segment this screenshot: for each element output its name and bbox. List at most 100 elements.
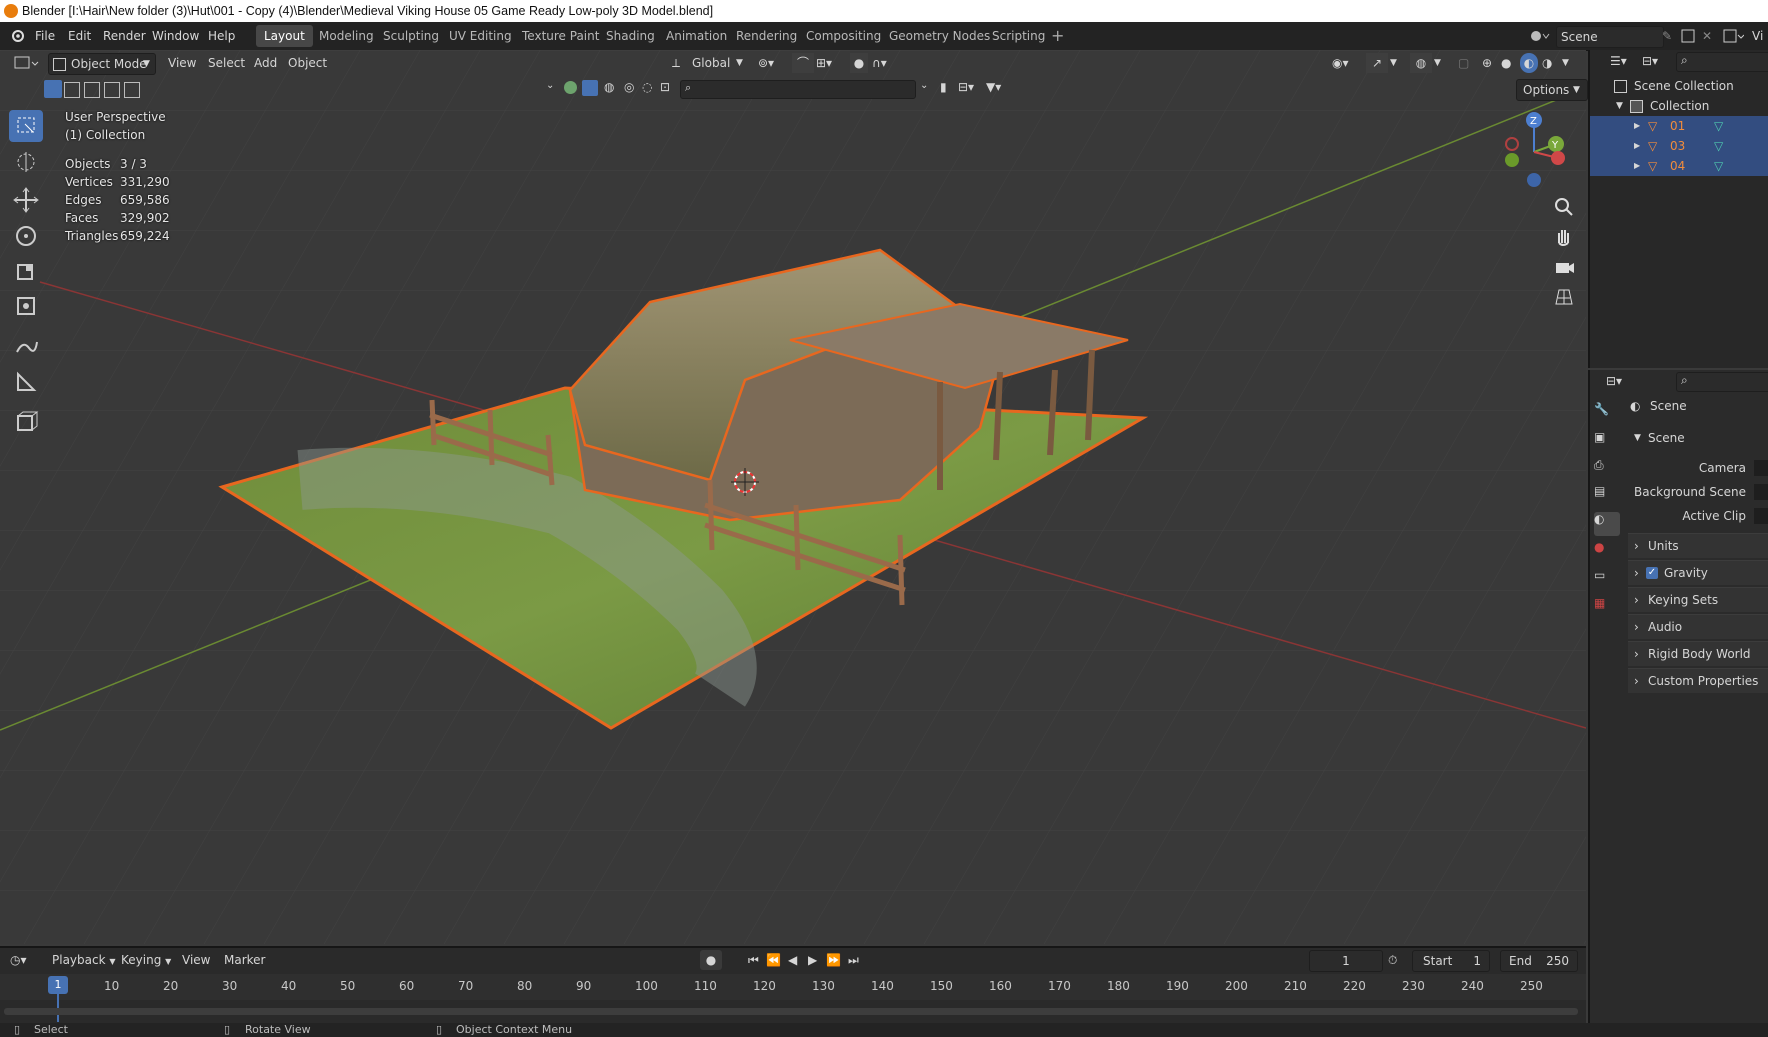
texture-tab-icon[interactable]: ▦ (1594, 596, 1620, 620)
workspace-tab-animation[interactable]: Animation (658, 25, 735, 47)
properties-search-input[interactable]: ⌕ (1676, 372, 1768, 392)
viewport-menu-view[interactable]: View (168, 53, 196, 73)
funnel-filter-icon[interactable]: ▼▾ (986, 80, 1001, 94)
background-scene-field-input[interactable] (1754, 484, 1768, 500)
mesh-data-icon[interactable]: ▽ (1714, 116, 1723, 136)
expand-right-icon[interactable]: ▶ (1634, 136, 1640, 156)
output-tab-icon[interactable]: ⎙ (1594, 458, 1620, 482)
pivot-point-icon[interactable]: ⊚▾ (758, 53, 774, 73)
proportional-falloff-icon[interactable]: ∩▾ (872, 53, 887, 73)
tool-tab-icon[interactable]: 🔧 (1594, 402, 1620, 426)
panel-keying-sets[interactable]: › Keying Sets (1628, 587, 1768, 612)
navigation-gizmo[interactable]: Z Y (1498, 108, 1568, 192)
timeline-menu-marker[interactable]: Marker (224, 950, 265, 970)
options-dropdown[interactable]: Options ▼ (1516, 79, 1588, 101)
delete-scene-icon[interactable]: ✕ (1702, 22, 1712, 50)
display-filter-icon[interactable] (564, 81, 577, 94)
outliner-filter-icon[interactable]: ⊟▾ (1642, 54, 1658, 68)
workspace-tab-rendering[interactable]: Rendering (728, 25, 805, 47)
scene-selector-icon[interactable] (1528, 26, 1550, 46)
expand-right-icon[interactable]: ▶ (1634, 116, 1640, 136)
jump-to-keyframe-forward-icon[interactable]: ⏩ (826, 950, 841, 970)
menu-help[interactable]: Help (208, 22, 235, 50)
menu-window[interactable]: Window (152, 22, 199, 50)
camera-filter-icon[interactable]: ◌ (642, 80, 652, 94)
chevron-down-icon[interactable]: ▼ (1390, 53, 1397, 73)
chevron-down-icon[interactable]: ⌄ (920, 80, 928, 91)
move-tool[interactable] (9, 184, 43, 216)
gizmo-neg-x-axis[interactable] (1505, 137, 1519, 151)
start-frame-field[interactable]: Start 1 (1412, 950, 1490, 972)
menu-render[interactable]: Render (103, 22, 146, 50)
material-preview-shading-icon[interactable]: ◐ (1520, 53, 1538, 73)
render-tab-icon[interactable]: ▣ (1594, 430, 1620, 454)
scale-tool[interactable] (9, 256, 43, 288)
panel-audio[interactable]: › Audio (1628, 614, 1768, 639)
rotate-tool[interactable] (9, 220, 43, 252)
solid-shading-icon[interactable]: ● (1501, 53, 1511, 73)
editor-type-icon[interactable] (12, 53, 42, 73)
play-icon[interactable]: ▶ (808, 950, 817, 970)
mesh-data-icon[interactable]: ▽ (1714, 156, 1723, 176)
select-extend-icon[interactable] (64, 82, 80, 98)
visibility-selectability-icon[interactable]: ◉▾ (1332, 53, 1349, 73)
add-cube-tool[interactable] (9, 406, 43, 438)
view-layer-icon[interactable] (1722, 27, 1745, 45)
transform-tool[interactable] (9, 290, 43, 322)
panel-gravity[interactable]: › ✓ Gravity (1628, 560, 1768, 585)
select-intersect-icon[interactable] (124, 82, 140, 98)
workspace-tab-texture-paint[interactable]: Texture Paint (514, 25, 607, 47)
current-frame-field[interactable]: 1 (1309, 950, 1383, 972)
menu-edit[interactable]: Edit (68, 22, 91, 50)
scene-name-field[interactable]: Scene (1556, 26, 1664, 48)
workspace-tab-modeling[interactable]: Modeling (311, 25, 382, 47)
end-frame-field[interactable]: End 250 (1500, 950, 1578, 972)
cursor-tool[interactable] (9, 146, 43, 178)
panel-rigid-body-world[interactable]: › Rigid Body World (1628, 641, 1768, 666)
outliner-object-03[interactable]: ▶ ▽ 03 ▽ (1590, 136, 1768, 156)
viewport-menu-object[interactable]: Object (288, 53, 327, 73)
outliner-object-01[interactable]: ▶ ▽ 01 ▽ (1590, 116, 1768, 136)
xray-toggle-icon[interactable]: ▢ (1458, 53, 1469, 73)
timeline-menu-view[interactable]: View (182, 950, 210, 970)
scene-tab-icon[interactable]: ◐ (1594, 512, 1620, 536)
object-filter-icon[interactable] (582, 80, 598, 96)
object-mode-dropdown[interactable]: Object Mode ▼ (48, 53, 156, 75)
expand-right-icon[interactable]: ▶ (1634, 156, 1640, 176)
outliner-search-input[interactable]: ⌕ (1676, 52, 1768, 72)
workspace-tab-scripting[interactable]: Scripting (984, 25, 1053, 47)
workspace-tab-layout[interactable]: Layout (256, 25, 313, 47)
world-tab-icon[interactable]: ● (1594, 540, 1620, 564)
jump-to-keyframe-back-icon[interactable]: ⏪ (766, 950, 781, 970)
workspace-tab-compositing[interactable]: Compositing (798, 25, 889, 47)
outliner-collection[interactable]: ▼ Collection (1590, 96, 1768, 116)
transform-orientation-dropdown[interactable]: ⟂ Global ▼ (670, 53, 746, 73)
workspace-tab-shading[interactable]: Shading (598, 25, 663, 47)
gizmo-neg-z-axis[interactable] (1527, 173, 1541, 187)
expand-down-icon[interactable]: ▼ (1616, 96, 1623, 116)
gizmo-x-axis[interactable] (1551, 151, 1565, 165)
timeline-menu-playback[interactable]: Playback ▼ (52, 950, 116, 970)
zoom-icon[interactable] (1551, 194, 1577, 220)
select-box-tool[interactable] (9, 110, 43, 142)
chevron-down-icon[interactable]: ▼ (1562, 53, 1569, 73)
menu-file[interactable]: File (35, 22, 55, 50)
properties-editor-type-icon[interactable]: ⊟▾ (1606, 374, 1622, 388)
outliner-display-mode-icon[interactable]: ☰▾ (1610, 54, 1627, 68)
panel-units[interactable]: › Units (1628, 533, 1768, 558)
layout-icon[interactable]: ⊟▾ (958, 80, 974, 94)
annotate-tool[interactable] (9, 330, 43, 362)
chevron-down-icon[interactable]: ⌄ (546, 80, 554, 91)
outliner-object-04[interactable]: ▶ ▽ 04 ▽ (1590, 156, 1768, 176)
select-invert-icon[interactable] (104, 82, 120, 98)
camera-field-input[interactable] (1754, 460, 1768, 476)
viewport-search-input[interactable]: ⌕ (680, 80, 916, 99)
viewport-menu-select[interactable]: Select (208, 53, 245, 73)
3d-viewport[interactable] (0, 50, 1586, 944)
bookmark-icon[interactable]: ▮ (940, 80, 947, 94)
empty-filter-icon[interactable]: ⊡ (660, 80, 670, 94)
viewport-menu-add[interactable]: Add (254, 53, 277, 73)
workspace-tab-uv-editing[interactable]: UV Editing (441, 25, 520, 47)
pan-hand-icon[interactable] (1551, 223, 1577, 249)
collection-tab-icon[interactable]: ▭ (1594, 568, 1620, 592)
